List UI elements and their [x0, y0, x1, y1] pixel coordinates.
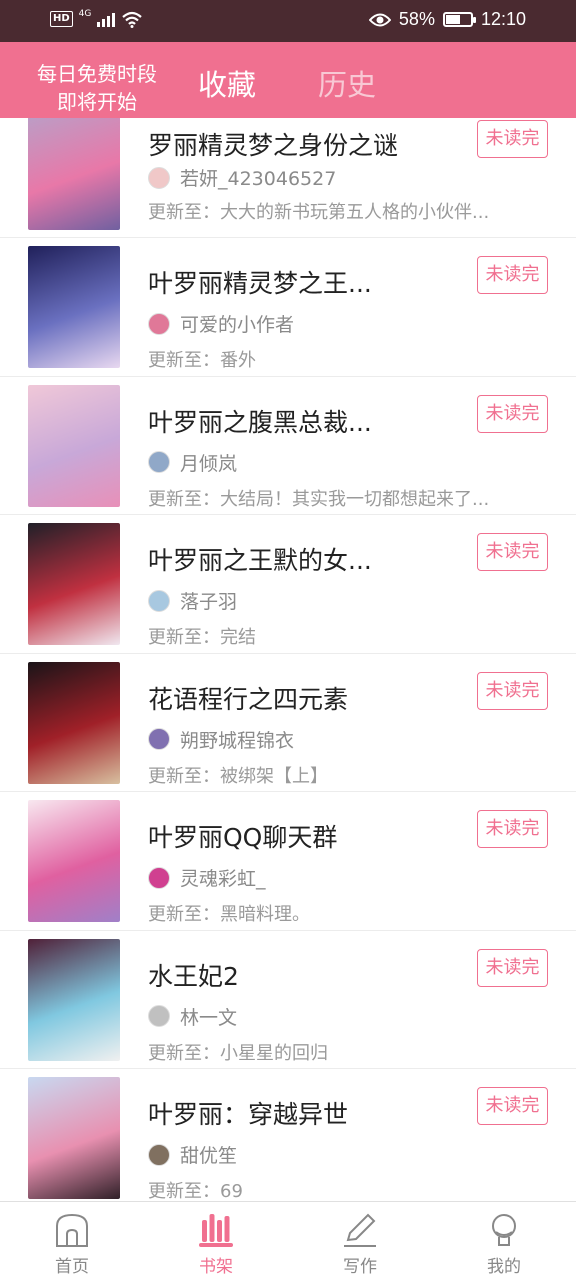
status-bar: HD 4G 58% 12:10 — [0, 0, 576, 42]
author-avatar — [148, 312, 170, 335]
latest-chapter: 更新至：69 — [148, 1181, 243, 1201]
latest-chapter: 更新至：小星星的回归 — [148, 1042, 328, 1064]
free-time-promo[interactable]: 每日免费时段 即将开始 — [24, 60, 170, 116]
author-name: 林一文 — [180, 1006, 238, 1029]
author-name: 朔野城程锦衣 — [180, 729, 295, 752]
nav-profile-label: 我的 — [487, 1257, 521, 1277]
author-avatar — [148, 866, 170, 889]
author-info: 林一文 — [148, 1003, 237, 1030]
network-type: 4G — [78, 9, 92, 19]
author-info: 月倾岚 — [148, 449, 237, 476]
nav-write[interactable]: 写作 — [288, 1202, 432, 1280]
battery-percent: 58% — [398, 9, 435, 29]
book-row[interactable]: 叶罗丽：穿越异世甜优笙更新至：69 未读完 — [0, 1069, 576, 1201]
nav-profile[interactable]: 我的 — [432, 1202, 576, 1280]
header: 每日免费时段 即将开始 收藏 历史 — [0, 42, 576, 118]
signal-icon — [97, 11, 116, 27]
author-info: 甜优笙 — [148, 1141, 237, 1168]
author-avatar — [148, 1143, 170, 1166]
clock: 12:10 — [480, 9, 526, 29]
home-icon — [56, 1213, 88, 1247]
book-title[interactable]: 叶罗丽：穿越异世 — [148, 1095, 348, 1131]
author-name: 可爱的小作者 — [180, 314, 295, 336]
author-info: 朔野城程锦衣 — [148, 726, 294, 753]
unread-badge[interactable]: 未读完 — [477, 810, 548, 848]
book-cover[interactable] — [28, 523, 120, 645]
status-right: 58% 12:10 — [368, 9, 526, 30]
unread-badge[interactable]: 未读完 — [477, 256, 548, 294]
book-title[interactable]: 叶罗丽精灵梦之王... — [148, 264, 372, 300]
bookshelf-icon — [199, 1214, 233, 1247]
author-info: 落子羽 — [148, 587, 237, 614]
author-info: 可爱的小作者 — [148, 310, 294, 337]
author-avatar — [148, 1005, 170, 1027]
book-cover[interactable] — [28, 246, 120, 368]
unread-badge[interactable]: 未读完 — [477, 671, 548, 710]
author-avatar — [148, 166, 170, 189]
tab-history[interactable]: 历史 — [318, 62, 376, 104]
bookshelf-list: 罗丽精灵梦之身份之谜若妍_423046527 更新至：大大的新书玩第五人格的小伙伴… — [0, 118, 576, 1201]
profile-icon — [492, 1214, 516, 1246]
battery-icon — [442, 12, 476, 27]
book-row[interactable]: 叶罗丽精灵梦之王... 可爱的小作者更新至：番外 未读完 — [0, 238, 576, 377]
latest-chapter: 更新至：大结局！其实我一切都想起来了... — [148, 488, 490, 510]
author-avatar — [148, 728, 170, 750]
book-cover[interactable] — [28, 1077, 120, 1199]
author-avatar — [148, 451, 170, 473]
author-avatar — [148, 589, 170, 612]
author-name: 落子羽 — [180, 591, 238, 613]
nav-home[interactable]: 首页 — [0, 1202, 144, 1280]
book-title[interactable]: 罗丽精灵梦之身份之谜 — [148, 126, 398, 162]
latest-chapter: 更新至：被绑架【上】 — [148, 765, 328, 787]
book-cover[interactable] — [28, 661, 120, 784]
book-title[interactable]: 叶罗丽之腹黑总裁... — [148, 403, 372, 439]
book-row[interactable]: 叶罗丽之腹黑总裁... 月倾岚更新至：大结局！其实我一切都想起来了... 未读完 — [0, 377, 576, 515]
nav-bookshelf[interactable]: 书架 — [144, 1202, 288, 1280]
book-row[interactable]: 叶罗丽QQ聊天群灵魂彩虹_ 更新至：黑暗料理。 未读完 — [0, 792, 576, 931]
book-title[interactable]: 叶罗丽之王默的女... — [148, 541, 372, 577]
latest-chapter: 更新至：大大的新书玩第五人格的小伙伴... — [148, 202, 490, 223]
latest-chapter: 更新至：番外 — [148, 350, 256, 371]
bottom-nav: 首页 书架 写作 我的 — [0, 1201, 576, 1280]
book-row[interactable]: 水王妃2 林一文更新至：小星星的回归 未读完 — [0, 931, 576, 1069]
latest-chapter: 更新至：完结 — [148, 627, 256, 648]
book-title[interactable]: 水王妃2 — [148, 957, 239, 993]
book-cover[interactable] — [28, 384, 120, 507]
unread-badge[interactable]: 未读完 — [477, 394, 548, 433]
latest-chapter: 更新至：黑暗料理。 — [148, 904, 310, 925]
book-cover[interactable] — [28, 118, 120, 230]
unread-badge[interactable]: 未读完 — [477, 120, 548, 158]
author-name: 月倾岚 — [180, 452, 238, 475]
unread-badge[interactable]: 未读完 — [477, 533, 548, 571]
book-row[interactable]: 叶罗丽之王默的女... 落子羽更新至：完结 未读完 — [0, 515, 576, 654]
book-title[interactable]: 叶罗丽QQ聊天群 — [148, 818, 337, 854]
nav-write-label: 写作 — [343, 1257, 377, 1277]
nav-bookshelf-label: 书架 — [199, 1257, 233, 1277]
book-title[interactable]: 花语程行之四元素 — [148, 680, 348, 716]
book-cover[interactable] — [28, 938, 120, 1061]
promo-line-2: 即将开始 — [57, 90, 137, 114]
book-row[interactable]: 罗丽精灵梦之身份之谜若妍_423046527 更新至：大大的新书玩第五人格的小伙伴… — [0, 118, 576, 238]
pen-icon — [344, 1213, 376, 1247]
hd-indicator: HD — [50, 11, 73, 27]
nav-home-label: 首页 — [55, 1257, 89, 1277]
wifi-icon — [122, 11, 143, 28]
author-info: 灵魂彩虹_ — [148, 864, 266, 891]
unread-badge[interactable]: 未读完 — [477, 948, 548, 987]
book-cover[interactable] — [28, 800, 120, 922]
tab-favorites[interactable]: 收藏 — [198, 62, 256, 104]
unread-badge[interactable]: 未读完 — [477, 1087, 548, 1125]
author-name: 若妍_423046527 — [180, 168, 337, 190]
eye-icon — [368, 13, 391, 26]
book-row[interactable]: 花语程行之四元素朔野城程锦衣更新至：被绑架【上】 未读完 — [0, 654, 576, 792]
author-name: 甜优笙 — [180, 1145, 238, 1167]
promo-line-1: 每日免费时段 — [37, 62, 157, 86]
author-name: 灵魂彩虹_ — [180, 868, 266, 890]
author-info: 若妍_423046527 — [148, 164, 336, 191]
status-left: HD 4G — [50, 9, 143, 28]
